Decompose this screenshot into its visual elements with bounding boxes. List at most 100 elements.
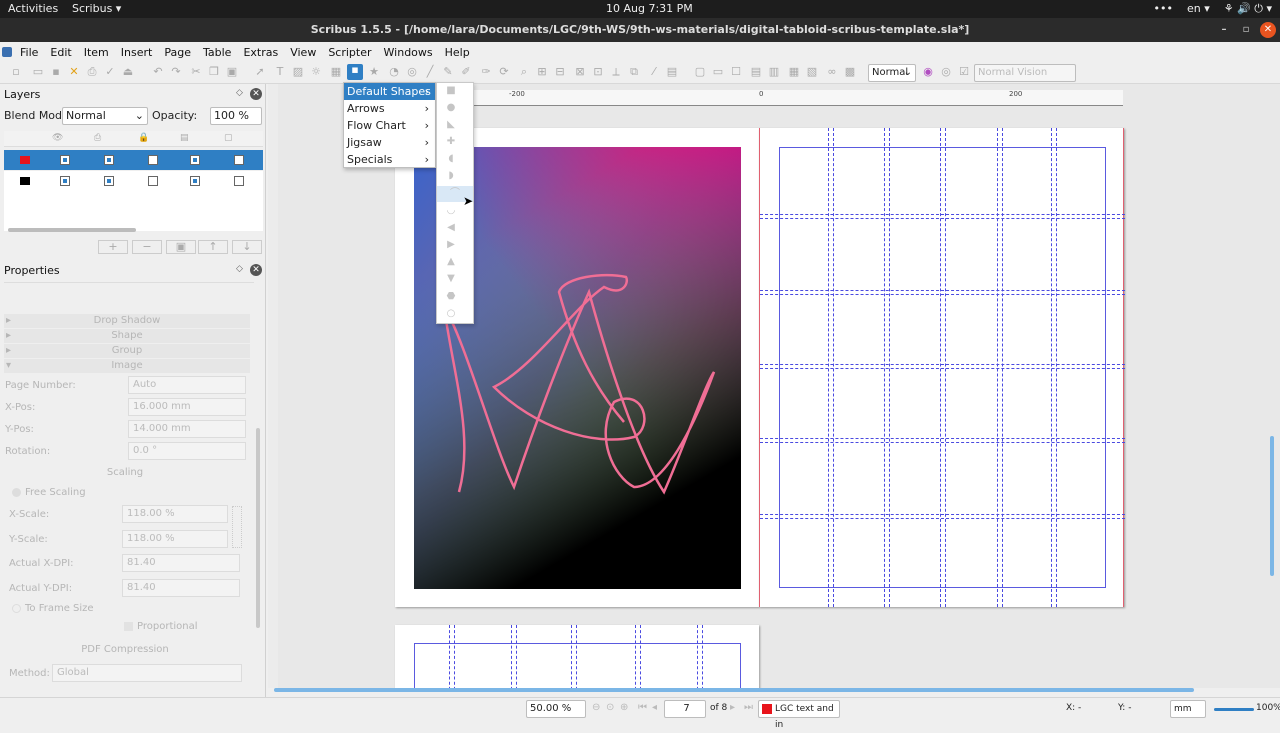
pdf-checkbox-icon[interactable]: ☐	[730, 66, 742, 78]
section-image[interactable]: ▾ Image	[4, 359, 250, 373]
menu-item-flow-chart[interactable]: Flow Chart ›	[344, 117, 435, 134]
menu-edit[interactable]: Edit	[44, 46, 77, 59]
blend-mode-select[interactable]: Normal ⌄	[62, 107, 148, 125]
table-icon[interactable]: ▦	[330, 66, 342, 78]
menu-item-default-shapes[interactable]: Default Shapes ›	[344, 83, 435, 100]
copy-icon[interactable]: ❐	[208, 66, 220, 78]
canvas-horizontal-scrollbar[interactable]	[274, 688, 1194, 692]
x-scale-field[interactable]: 118.00 %	[122, 505, 228, 523]
crescent-shape-icon[interactable]: ◡	[441, 203, 461, 219]
zoom-100-icon[interactable]: ⊙	[606, 702, 614, 713]
last-page-icon[interactable]: ⏭	[744, 702, 753, 713]
menu-insert[interactable]: Insert	[115, 46, 159, 59]
add-layer-button[interactable]: +	[98, 240, 128, 254]
pdf-textfield-icon[interactable]: ▭	[712, 66, 724, 78]
pdf-listbox-icon[interactable]: ▥	[768, 66, 780, 78]
layer-select[interactable]: LGC text and in	[758, 700, 840, 730]
shape-tool-icon[interactable]: ▪	[347, 64, 363, 80]
layer-visible-checkbox[interactable]	[60, 176, 70, 186]
new-document-icon[interactable]: ▫	[10, 66, 22, 78]
proportional-checkbox[interactable]	[124, 622, 133, 631]
y-pos-field[interactable]: 14.000 mm	[128, 420, 246, 438]
y-scale-field[interactable]: 118.00 %	[122, 530, 228, 548]
freehand-tool-icon[interactable]: ✐	[460, 66, 472, 78]
circle-shape-icon[interactable]: ●	[441, 100, 461, 116]
cut-icon[interactable]: ✂	[190, 66, 202, 78]
preview-icon[interactable]: ◎	[940, 66, 952, 78]
zoom-spinbox[interactable]: 50.00 %	[526, 700, 586, 718]
page-number-field[interactable]: Auto	[128, 376, 246, 394]
zoom-out-icon[interactable]: ⊖	[592, 702, 600, 713]
free-scaling-radio[interactable]	[12, 488, 21, 497]
image-frame-icon[interactable]: ▨	[292, 66, 304, 78]
preflight-icon[interactable]: ✓	[104, 66, 116, 78]
select-tool-icon[interactable]: ➚	[254, 66, 266, 78]
layer-flow-checkbox[interactable]	[190, 155, 200, 165]
previous-page-icon[interactable]: ◂	[652, 702, 657, 713]
menu-scripter[interactable]: Scripter	[322, 46, 377, 59]
link-icon[interactable]: ∞	[826, 66, 838, 78]
properties-scrollbar[interactable]	[256, 428, 260, 628]
page-next[interactable]	[395, 625, 759, 688]
octagon-shape-icon[interactable]: ⬣	[441, 289, 461, 305]
arc-tool-icon[interactable]: ◔	[388, 66, 400, 78]
edit-text-icon[interactable]: ⊟	[554, 66, 566, 78]
layer-visible-checkbox[interactable]	[60, 155, 70, 165]
section-drop-shadow[interactable]: ▸ Drop Shadow	[4, 314, 250, 328]
eyedropper-icon[interactable]: ⁄	[648, 66, 660, 78]
unlink-frames-icon[interactable]: ⊡	[592, 66, 604, 78]
menu-item-specials[interactable]: Specials ›	[344, 151, 435, 168]
ring-shape-icon[interactable]: ○	[441, 306, 461, 322]
spiral-tool-icon[interactable]: ◎	[406, 66, 418, 78]
quarter-shape-icon[interactable]: ◗	[441, 168, 461, 184]
copy-properties-icon[interactable]: ⧉	[628, 66, 640, 78]
menu-item[interactable]: Item	[78, 46, 115, 59]
scale-link-icon[interactable]	[232, 506, 242, 548]
close-layers-icon[interactable]: ✕	[250, 88, 262, 100]
link-frames-icon[interactable]: ⊠	[574, 66, 586, 78]
layer-print-checkbox[interactable]	[104, 155, 114, 165]
save-icon[interactable]: ▪	[50, 66, 62, 78]
horizontal-scrollbar[interactable]	[8, 228, 136, 232]
edit-mode-select[interactable]: Normal ⌄	[868, 64, 916, 82]
render-frame-icon[interactable]: ☼	[310, 66, 322, 78]
menu-windows[interactable]: Windows	[378, 46, 439, 59]
cross-shape-icon[interactable]: ✚	[441, 134, 461, 150]
section-shape[interactable]: ▸ Shape	[4, 329, 250, 343]
export-pdf-icon[interactable]: ⏏	[122, 66, 134, 78]
to-frame-size-radio[interactable]	[12, 604, 21, 613]
app-menu[interactable]: Scribus ▾	[72, 2, 121, 15]
menu-view[interactable]: View	[284, 46, 322, 59]
layer-row[interactable]	[4, 150, 263, 170]
opacity-spinbox[interactable]: 100 %	[210, 107, 262, 125]
vision-mode-select[interactable]: Normal Vision	[974, 64, 1076, 82]
up-triangle-shape-icon[interactable]: ▲	[441, 254, 461, 270]
document-canvas[interactable]: -200 0 200	[268, 84, 1280, 688]
left-triangle-shape-icon[interactable]: ◀	[441, 220, 461, 236]
layer-row[interactable]	[4, 171, 263, 191]
zoom-slider[interactable]	[1214, 708, 1254, 711]
layer-flow-checkbox[interactable]	[190, 176, 200, 186]
zoom-tool-icon[interactable]: ⌕	[518, 66, 530, 78]
page-number-input[interactable]: 7	[664, 700, 706, 718]
print-icon[interactable]: ⎙	[86, 66, 98, 78]
measure-icon[interactable]: ⟂	[610, 66, 622, 78]
x-pos-field[interactable]: 16.000 mm	[128, 398, 246, 416]
system-status-icons[interactable]: ⚘ 🔊 ⏻ ▾	[1224, 2, 1272, 16]
language-indicator[interactable]: en ▾	[1187, 2, 1210, 16]
clock[interactable]: 10 Aug 7:31 PM	[606, 2, 693, 15]
pdf-extra-icon[interactable]: ▩	[844, 66, 856, 78]
remove-layer-button[interactable]: −	[132, 240, 162, 254]
calligraphic-tool-icon[interactable]: ✑	[480, 66, 492, 78]
paste-icon[interactable]: ▣	[226, 66, 238, 78]
undo-icon[interactable]: ↶	[152, 66, 164, 78]
right-triangle-shape-icon[interactable]: ▶	[441, 237, 461, 253]
triangle-shape-icon[interactable]: ◣	[441, 117, 461, 133]
redo-icon[interactable]: ↷	[170, 66, 182, 78]
half-circle-shape-icon[interactable]: ◖	[441, 151, 461, 167]
page-right[interactable]	[759, 128, 1125, 607]
color-management-icon[interactable]: ◉	[922, 66, 934, 78]
layer-outline-checkbox[interactable]	[234, 155, 244, 165]
menu-file[interactable]: File	[14, 46, 44, 59]
pdf-tools-icon[interactable]: ▤	[666, 66, 678, 78]
